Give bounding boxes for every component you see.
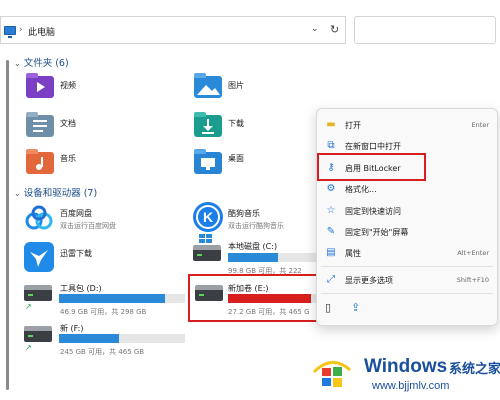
bitlocker-highlight <box>317 153 426 181</box>
drive-e[interactable] <box>195 285 223 311</box>
folder-label: 下载 <box>228 119 244 128</box>
menu-item-label: 固定到快速访问 <box>345 207 401 216</box>
watermark-cn: 系统之家 <box>449 362 500 377</box>
folder-pictures[interactable] <box>194 73 222 98</box>
watermark-url: www.bjjmlv.com <box>372 380 450 392</box>
menu-item-label: 固定到"开始"屏幕 <box>345 228 409 237</box>
computer-icon <box>4 26 16 38</box>
menu-separator <box>321 266 493 267</box>
app-name: 迅雷下载 <box>60 249 92 258</box>
menu-separator <box>321 293 493 294</box>
drive-name: 新 (F:) <box>60 324 84 333</box>
drive-name: 新加卷 (E:) <box>228 284 269 293</box>
more-options-icon: ⤢ <box>327 274 335 285</box>
music-folder-icon <box>26 149 54 174</box>
context-menu: ▬ 打开 Enter ⧉ 在新窗口中打开 ⚷ 启用 BitLocker ⚙ 格式… <box>316 108 498 326</box>
star-icon: ☆ <box>326 205 336 216</box>
scrollbar[interactable] <box>6 60 9 390</box>
folder-downloads[interactable] <box>194 112 222 137</box>
drive-usage-bar <box>59 334 185 343</box>
properties-icon: ▤ <box>326 247 336 258</box>
kugou-music-icon[interactable]: K <box>193 202 223 232</box>
drive-usage-bar <box>59 294 185 303</box>
menu-item-label: 显示更多选项 <box>345 276 393 285</box>
pin-icon: ✎ <box>326 226 336 237</box>
app-subtext: 双击运行百度网盘 <box>60 222 116 230</box>
menu-item-open[interactable]: ▬ 打开 Enter <box>317 115 497 135</box>
copy-icon[interactable]: ▯ <box>325 301 339 315</box>
menu-item-shortcut: Shift+F10 <box>456 276 489 284</box>
drive-usage-bar <box>228 253 318 262</box>
menu-item-shortcut: Enter <box>471 121 489 129</box>
drive-usage-bar <box>228 294 316 303</box>
drive-c[interactable] <box>193 234 221 261</box>
watermark-brand: Windows <box>364 356 448 377</box>
drive-info: 46.9 GB 可用，共 298 GB <box>60 308 147 316</box>
menu-item-format[interactable]: ⚙ 格式化... <box>317 179 497 199</box>
desktop-folder-icon <box>194 149 222 174</box>
address-location[interactable]: 此电脑 <box>28 25 55 38</box>
shortcut-arrow-icon: ↗ <box>25 343 32 352</box>
refresh-icon[interactable]: ↻ <box>330 23 339 36</box>
chevron-right-icon[interactable]: › <box>19 25 23 35</box>
folder-label: 音乐 <box>60 154 76 163</box>
windows-logo-icon <box>312 350 352 390</box>
menu-item-label: 打开 <box>345 121 361 130</box>
folder-video[interactable] <box>26 73 54 98</box>
baidu-netdisk-icon[interactable] <box>24 204 54 234</box>
menu-item-properties[interactable]: ▤ 属性 Alt+Enter <box>317 243 497 263</box>
downloads-folder-icon <box>194 112 222 137</box>
drive-info: 27.2 GB 可用，共 465 G <box>228 308 310 316</box>
folder-music[interactable] <box>26 149 54 174</box>
folder-label: 桌面 <box>228 154 244 163</box>
menu-item-pin-start[interactable]: ✎ 固定到"开始"屏幕 <box>317 222 497 242</box>
windows-logo-icon <box>199 234 212 243</box>
folder-documents[interactable] <box>26 112 54 137</box>
xunlei-icon[interactable] <box>24 242 54 272</box>
app-name: 百度网盘 <box>60 209 92 218</box>
folder-label: 图片 <box>228 81 244 90</box>
address-bar[interactable]: › 此电脑 ⌄ ↻ <box>0 16 346 44</box>
svg-text:K: K <box>203 209 213 225</box>
app-name: 酷狗音乐 <box>228 209 260 218</box>
app-subtext: 双击运行酷狗音乐 <box>228 222 284 230</box>
section-devices-label: 设备和驱动器 (7) <box>23 188 98 199</box>
menu-item-more-options[interactable]: ⤢ 显示更多选项 Shift+F10 <box>317 270 497 290</box>
new-window-icon: ⧉ <box>327 140 335 151</box>
drive-f[interactable]: ↗ <box>24 326 52 352</box>
format-icon: ⚙ <box>326 183 336 194</box>
chevron-down-icon[interactable]: ⌄ <box>311 24 319 34</box>
folder-label: 视频 <box>60 81 76 90</box>
section-folders-label: 文件夹 (6) <box>23 58 69 69</box>
drive-d[interactable]: ↗ <box>24 285 52 311</box>
folder-desktop[interactable] <box>194 149 222 174</box>
menu-item-label: 在新窗口中打开 <box>345 142 401 151</box>
shortcut-arrow-icon: ↗ <box>25 302 32 311</box>
search-input[interactable] <box>354 16 496 44</box>
menu-item-label: 属性 <box>345 249 361 258</box>
open-folder-icon: ▬ <box>326 119 336 130</box>
menu-item-pin-quick-access[interactable]: ☆ 固定到快速访问 <box>317 201 497 221</box>
folder-label: 文档 <box>60 119 76 128</box>
chevron-down-icon: ⌄ <box>14 59 21 68</box>
section-devices[interactable]: ⌄ 设备和驱动器 (7) <box>14 185 97 199</box>
drive-info: 245 GB 可用，共 465 GB <box>60 348 145 356</box>
menu-item-label: 格式化... <box>345 185 377 194</box>
drive-name: 工具包 (D:) <box>60 284 102 293</box>
hard-drive-icon <box>193 245 221 265</box>
pictures-folder-icon <box>194 73 222 98</box>
share-icon[interactable]: ⇪ <box>351 301 365 315</box>
drive-name: 本地磁盘 (C:) <box>228 242 278 251</box>
hard-drive-icon <box>195 285 223 305</box>
menu-item-shortcut: Alt+Enter <box>457 249 489 257</box>
video-folder-icon <box>26 73 54 98</box>
section-folders[interactable]: ⌄ 文件夹 (6) <box>14 55 69 69</box>
documents-folder-icon <box>26 112 54 137</box>
chevron-down-icon: ⌄ <box>14 189 21 198</box>
